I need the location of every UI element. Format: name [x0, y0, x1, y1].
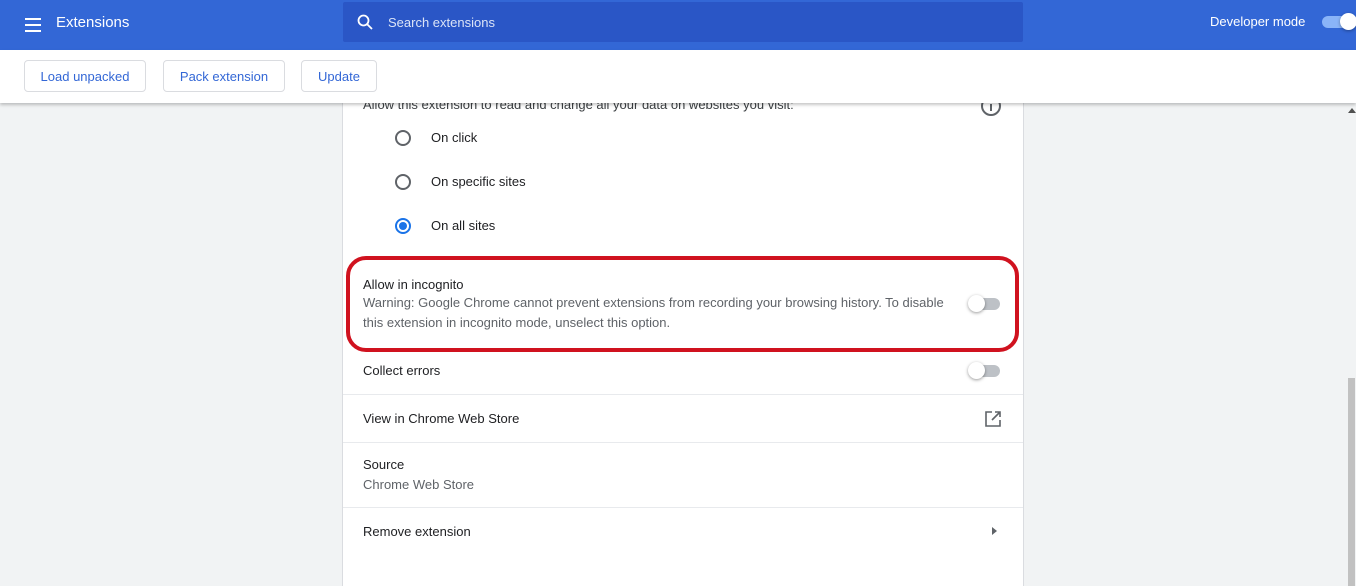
divider: [343, 507, 1023, 508]
radio-button[interactable]: [395, 174, 411, 190]
search-icon: [357, 14, 373, 30]
incognito-warning-line1: Warning: Google Chrome cannot prevent ex…: [363, 295, 944, 310]
developer-mode-label: Developer mode: [1210, 14, 1306, 29]
incognito-title: Allow in incognito: [363, 277, 464, 292]
incognito-warning-line2: this extension in incognito mode, unsele…: [363, 315, 671, 330]
update-button[interactable]: Update: [301, 60, 377, 92]
search-input[interactable]: [388, 2, 1008, 42]
search-box[interactable]: [343, 2, 1023, 42]
radio-on-all-sites[interactable]: On all sites: [395, 214, 795, 238]
scroll-up-arrow-icon[interactable]: [1348, 108, 1356, 113]
menu-icon[interactable]: [22, 13, 46, 37]
incognito-toggle[interactable]: [968, 295, 1002, 312]
pack-extension-button[interactable]: Pack extension: [163, 60, 285, 92]
radio-on-specific-sites[interactable]: On specific sites: [395, 170, 795, 194]
divider: [343, 442, 1023, 443]
radio-label: On all sites: [431, 218, 496, 233]
extension-details-card: Allow this extension to read and change …: [342, 95, 1024, 586]
radio-on-click[interactable]: On click: [395, 126, 795, 150]
page-title: Extensions: [56, 14, 130, 31]
scroll-thumb[interactable]: [1348, 378, 1355, 586]
open-in-new-icon[interactable]: [984, 410, 1002, 428]
source-title: Source: [363, 457, 405, 472]
developer-mode-toggle[interactable]: [1322, 13, 1356, 30]
radio-label: On click: [431, 130, 478, 145]
view-web-store-link[interactable]: View in Chrome Web Store: [363, 411, 519, 426]
developer-toolbar: Load unpacked Pack extension Update: [0, 50, 1356, 103]
remove-extension-button[interactable]: Remove extension: [363, 524, 471, 539]
radio-label: On specific sites: [431, 174, 526, 189]
divider: [343, 394, 1023, 395]
header-bar: Extensions Developer mode: [0, 0, 1356, 50]
radio-button[interactable]: [395, 130, 411, 146]
radio-button-selected[interactable]: [395, 218, 411, 234]
chevron-right-icon[interactable]: [989, 525, 999, 537]
collect-errors-toggle[interactable]: [968, 362, 1002, 379]
page-scrollbar[interactable]: [1347, 103, 1356, 586]
collect-errors-title: Collect errors: [363, 363, 441, 378]
load-unpacked-button[interactable]: Load unpacked: [24, 60, 146, 92]
source-value: Chrome Web Store: [363, 477, 475, 492]
